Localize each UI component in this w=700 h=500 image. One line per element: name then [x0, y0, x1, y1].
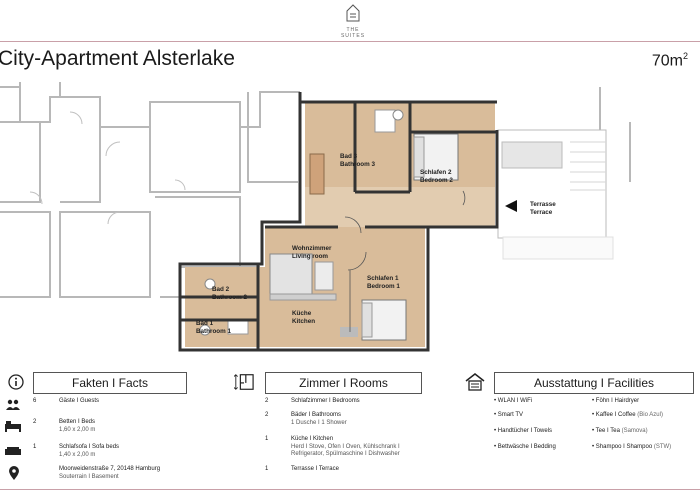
terrace-lounge-sofa — [501, 141, 563, 169]
facilities-heading: Ausstattung I Facilities — [494, 372, 694, 394]
floorplan-icon — [234, 372, 254, 392]
facility-text: Föhn I Hairdryer — [595, 398, 640, 404]
facts-row-beds: 2 Betten I Beds 1,60 x 2,00 m — [33, 419, 213, 435]
rooms-sub2: Refrigerator, Spülmaschine I Dishwasher — [291, 451, 400, 457]
facility-text: Bettwäsche I Bedding — [497, 444, 556, 450]
label-kitchen: Kitchen — [292, 318, 315, 325]
floor-plan: Bad 3 Bathroom 3 Schlafen 2 Bedroom 2 Te… — [0, 82, 631, 352]
page-title: City-Apartment Alsterlake — [0, 47, 235, 70]
address-text: Moorweidenstraße 7, 20148 Hamburg — [59, 466, 161, 472]
house-logo-icon — [346, 4, 360, 22]
bed-icon — [5, 419, 21, 432]
rooms-row-kitchen: 1 Küche I Kitchen Herd I Stove, Ofen I O… — [265, 436, 465, 460]
facts-sub: 1,60 x 2,00 m — [59, 426, 96, 433]
facility-text: WLAN I WiFi — [497, 398, 533, 404]
info-icon — [6, 372, 26, 392]
facility-item-shampoo: • Shampoo I Shampoo (STW) — [592, 444, 672, 450]
label-schlafen2: Schlafen 2 — [420, 169, 452, 176]
facility-item-tea: • Tee I Tea (Samova) — [592, 428, 648, 434]
location-pin-icon — [9, 466, 23, 480]
rooms-row-bedrooms: 2 Schlafzimmer I Bedrooms — [265, 398, 465, 408]
label-terrace: Terrace — [530, 209, 553, 216]
facility-item-wifi: • WLAN I WiFi — [494, 398, 533, 404]
rooms-text: Terrasse I Terrace — [291, 466, 339, 472]
brand-logo: THE SUITES — [335, 2, 371, 39]
facility-item-coffee: • Kaffee I Coffee (Bio Azul) — [592, 412, 663, 418]
rooms-sub: Herd I Stove, Ofen I Oven, Kühlschrank I — [291, 443, 400, 450]
facts-row-sofa: 1 Schlafsofa I Sofa beds 1,40 x 2,00 m — [33, 444, 213, 460]
facility-item-hairdryer: • Föhn I Hairdryer — [592, 398, 640, 404]
facility-text: Smart TV — [497, 412, 524, 418]
facility-text: Handtücher I Towels — [497, 428, 553, 434]
facts-text: Betten I Beds — [59, 419, 96, 425]
label-terrasse: Terrasse — [530, 201, 556, 208]
label-bad3: Bad 3 — [340, 153, 358, 160]
rooms-heading: Zimmer I Rooms — [265, 372, 422, 394]
guests-icon — [6, 398, 20, 410]
label-bedroom1: Bedroom 1 — [367, 283, 400, 290]
label-wohnzimmer: Wohnzimmer — [292, 245, 332, 252]
neighbor-doors — [29, 111, 211, 298]
facts-text: Schlafsofa I Sofa beds — [59, 444, 120, 450]
facts-sub: 1,40 x 2,00 m — [59, 451, 96, 458]
footer-divider — [0, 489, 700, 490]
rooms-num: 1 — [265, 436, 269, 442]
facility-text: Shampoo I Shampoo — [595, 444, 653, 450]
brand-name: THE SUITES — [340, 27, 366, 39]
apartment-area: 70m2 — [651, 51, 688, 70]
rooms-text: Küche I Kitchen — [291, 436, 334, 442]
label-living-room: Living room — [292, 253, 328, 260]
sofa-icon — [5, 444, 21, 456]
facts-num: 6 — [33, 398, 37, 404]
label-bedroom2: Bedroom 2 — [420, 177, 453, 184]
facility-text: Tee I Tea — [595, 428, 620, 434]
rooms-text: Schlafzimmer I Bedrooms — [291, 398, 360, 404]
facts-heading: Fakten I Facts — [33, 372, 187, 394]
label-bathroom2: Bathroom 2 — [212, 294, 247, 301]
facts-text: Gäste I Guests — [59, 398, 100, 404]
facility-item-towels: • Handtücher I Towels — [494, 428, 553, 434]
terrace-planters — [502, 236, 614, 260]
header-divider — [0, 41, 700, 42]
facility-item-tv: • Smart TV — [494, 412, 524, 418]
facility-text: Kaffee I Coffee — [595, 412, 636, 418]
facts-num: 2 — [33, 419, 37, 425]
label-schlafen1: Schlafen 1 — [367, 275, 399, 282]
rooms-sub: 1 Dusche I 1 Shower — [291, 419, 347, 426]
rooms-row-bathrooms: 2 Bäder I Bathrooms 1 Dusche I 1 Shower — [265, 412, 465, 428]
label-bathroom3: Bathroom 3 — [340, 161, 375, 168]
label-bad1: Bad 1 — [196, 320, 214, 327]
label-bathroom1: Bathroom 1 — [196, 328, 231, 335]
facts-row-address[interactable]: Moorweidenstraße 7, 20148 Hamburg Souter… — [33, 466, 233, 482]
facility-item-bedding: • Bettwäsche I Bedding — [494, 444, 556, 450]
facility-extra: (Bio Azul) — [637, 412, 663, 418]
facts-num: 1 — [33, 444, 37, 450]
rooms-text: Bäder I Bathrooms — [291, 412, 342, 418]
facts-row-guests: 6 Gäste I Guests — [33, 398, 213, 408]
address-sub: Souterrain I Basement — [59, 473, 119, 480]
facility-extra: (Samova) — [621, 428, 648, 434]
label-bad2: Bad 2 — [212, 286, 230, 293]
rooms-num: 2 — [265, 398, 269, 404]
facilities-house-icon — [465, 372, 485, 392]
rooms-num: 2 — [265, 412, 269, 418]
rooms-row-terrace: 1 Terrasse I Terrace — [265, 466, 465, 476]
label-kueche: Küche — [292, 310, 312, 317]
facility-extra: (STW) — [653, 444, 672, 450]
rooms-num: 1 — [265, 466, 269, 472]
